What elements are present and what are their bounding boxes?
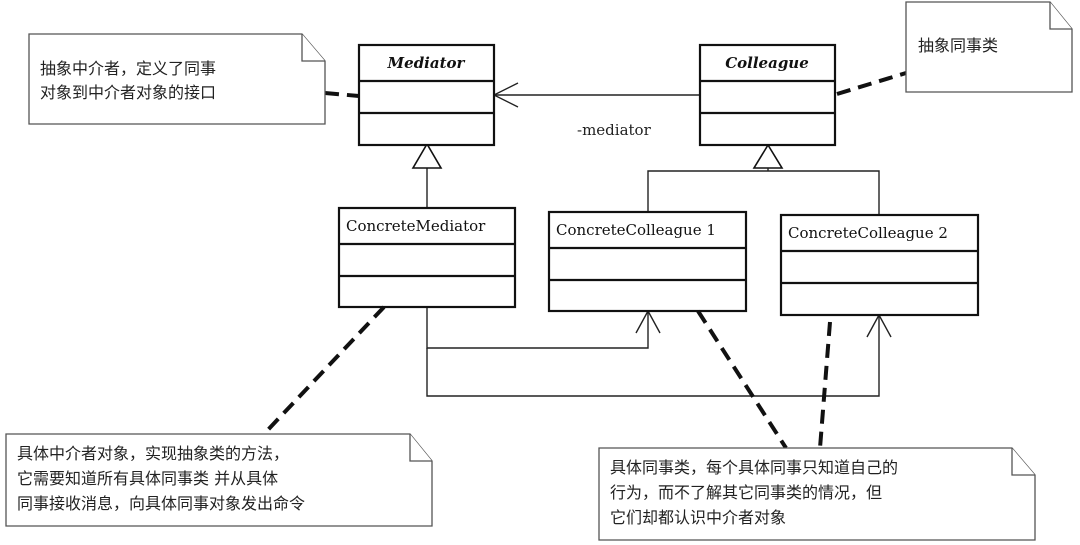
note-line: 抽象同事类 (918, 36, 998, 55)
generalization-concrete-mediator (411, 142, 443, 208)
hollow-triangle-icon (752, 143, 784, 169)
note-line: 行为，而不了解其它同事类的情况，但 (610, 483, 882, 502)
note-concrete-mediator: 具体中介者对象，实现抽象类的方法， 它需要知道所有具体同事类 并从具体 同事接收… (5, 433, 433, 527)
note-line: 对象到中介者对象的接口 (40, 83, 216, 102)
association-mediator-colleagues (426, 307, 892, 397)
class-name: Mediator (387, 54, 466, 72)
note-line: 它需要知道所有具体同事类 并从具体 (17, 469, 278, 488)
note-anchor-abstract-colleague (836, 71, 907, 96)
note-anchor-concrete-colleague-2 (818, 321, 832, 449)
note-anchor-abstract-mediator (324, 91, 360, 98)
association-line-colleague-1 (426, 307, 649, 349)
note-abstract-colleague: 抽象同事类 (905, 1, 1073, 93)
generalization-concrete-colleagues (647, 143, 880, 215)
note-abstract-mediator: 抽象中介者，定义了同事 对象到中介者对象的接口 (28, 33, 326, 125)
uml-diagram-canvas: -mediator Mediator Colleague ConcreteMed… (5, 1, 1073, 541)
note-line: 抽象中介者，定义了同事 (40, 59, 216, 78)
association-colleague-mediator (492, 82, 700, 108)
class-concrete-colleague-2[interactable]: ConcreteColleague 2 (779, 213, 980, 317)
class-concrete-colleague-1[interactable]: ConcreteColleague 1 (547, 210, 748, 313)
note-line: 具体中介者对象，实现抽象类的方法， (17, 444, 289, 463)
class-name: ConcreteColleague 1 (556, 221, 716, 239)
note-box (28, 33, 326, 125)
class-colleague[interactable]: Colleague (698, 43, 837, 147)
hollow-triangle-icon (411, 142, 443, 169)
role-label-mediator: -mediator (577, 121, 652, 139)
note-line: 它们却都认识中介者对象 (610, 508, 786, 527)
association-line-colleague-2 (426, 315, 880, 397)
note-anchor-concrete-colleague-1 (696, 309, 788, 450)
note-concrete-colleague: 具体同事类，每个具体同事只知道自己的 行为，而不了解其它同事类的情况，但 它们却… (598, 447, 1036, 541)
generalization-branch-line (647, 170, 880, 215)
note-anchor-concrete-mediator (262, 305, 386, 436)
class-name: Colleague (725, 54, 809, 72)
class-concrete-mediator[interactable]: ConcreteMediator (337, 206, 517, 309)
class-name: ConcreteColleague 2 (788, 224, 948, 242)
class-mediator[interactable]: Mediator (357, 43, 496, 147)
class-name: ConcreteMediator (346, 217, 486, 235)
note-line: 具体同事类，每个具体同事只知道自己的 (610, 458, 898, 477)
note-line: 同事接收消息，向具体同事对象发出命令 (17, 494, 305, 513)
